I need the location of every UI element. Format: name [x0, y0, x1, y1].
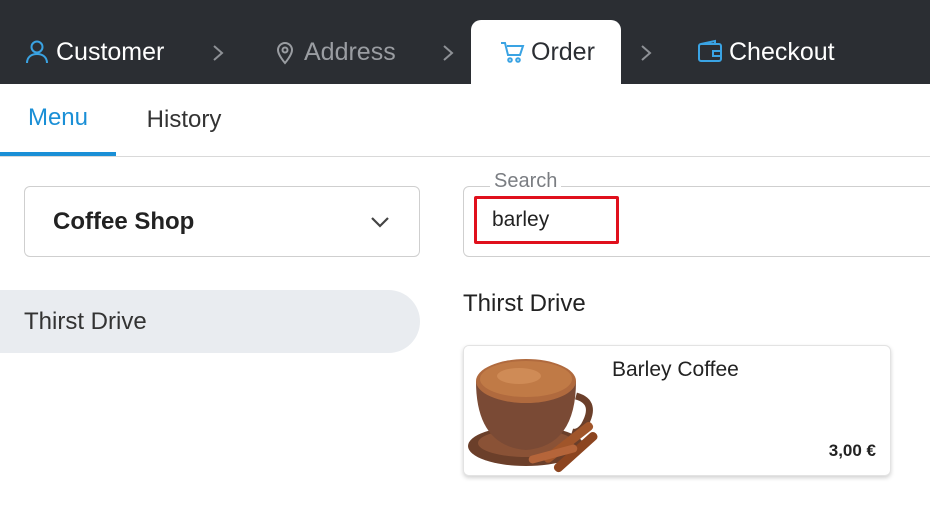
- step-address[interactable]: Address: [272, 20, 396, 84]
- section-title: Thirst Drive: [463, 290, 586, 317]
- chevron-right-icon: [638, 38, 654, 68]
- map-pin-icon: [272, 39, 298, 65]
- step-order[interactable]: Order: [471, 20, 621, 84]
- shop-select[interactable]: Coffee Shop: [24, 186, 420, 257]
- tab-bar: Menu History: [0, 84, 930, 157]
- tab-history[interactable]: History: [116, 84, 252, 156]
- product-name: Barley Coffee: [612, 358, 739, 381]
- tab-menu[interactable]: Menu: [0, 84, 116, 156]
- search-input[interactable]: [474, 196, 619, 244]
- checkout-stepper: Customer Address Order Checkout: [0, 0, 930, 84]
- search-label: Search: [490, 170, 562, 193]
- chevron-right-icon: [440, 38, 456, 68]
- step-checkout[interactable]: Checkout: [697, 20, 835, 84]
- chevron-down-icon: [369, 211, 391, 233]
- cart-icon: [499, 39, 525, 65]
- sidebar-item-thirst-drive[interactable]: Thirst Drive: [0, 290, 420, 353]
- step-checkout-label: Checkout: [729, 37, 835, 66]
- product-price: 3,00 €: [828, 441, 876, 460]
- step-address-label: Address: [304, 37, 396, 66]
- wallet-icon: [697, 39, 723, 65]
- step-order-label: Order: [531, 37, 595, 66]
- shop-select-value: Coffee Shop: [53, 207, 195, 235]
- step-customer[interactable]: Customer: [24, 20, 164, 84]
- user-icon: [24, 39, 50, 65]
- product-image: [464, 346, 599, 475]
- chevron-right-icon: [210, 38, 226, 68]
- step-customer-label: Customer: [56, 37, 165, 66]
- product-card[interactable]: Barley Coffee 3,00 €: [463, 345, 891, 476]
